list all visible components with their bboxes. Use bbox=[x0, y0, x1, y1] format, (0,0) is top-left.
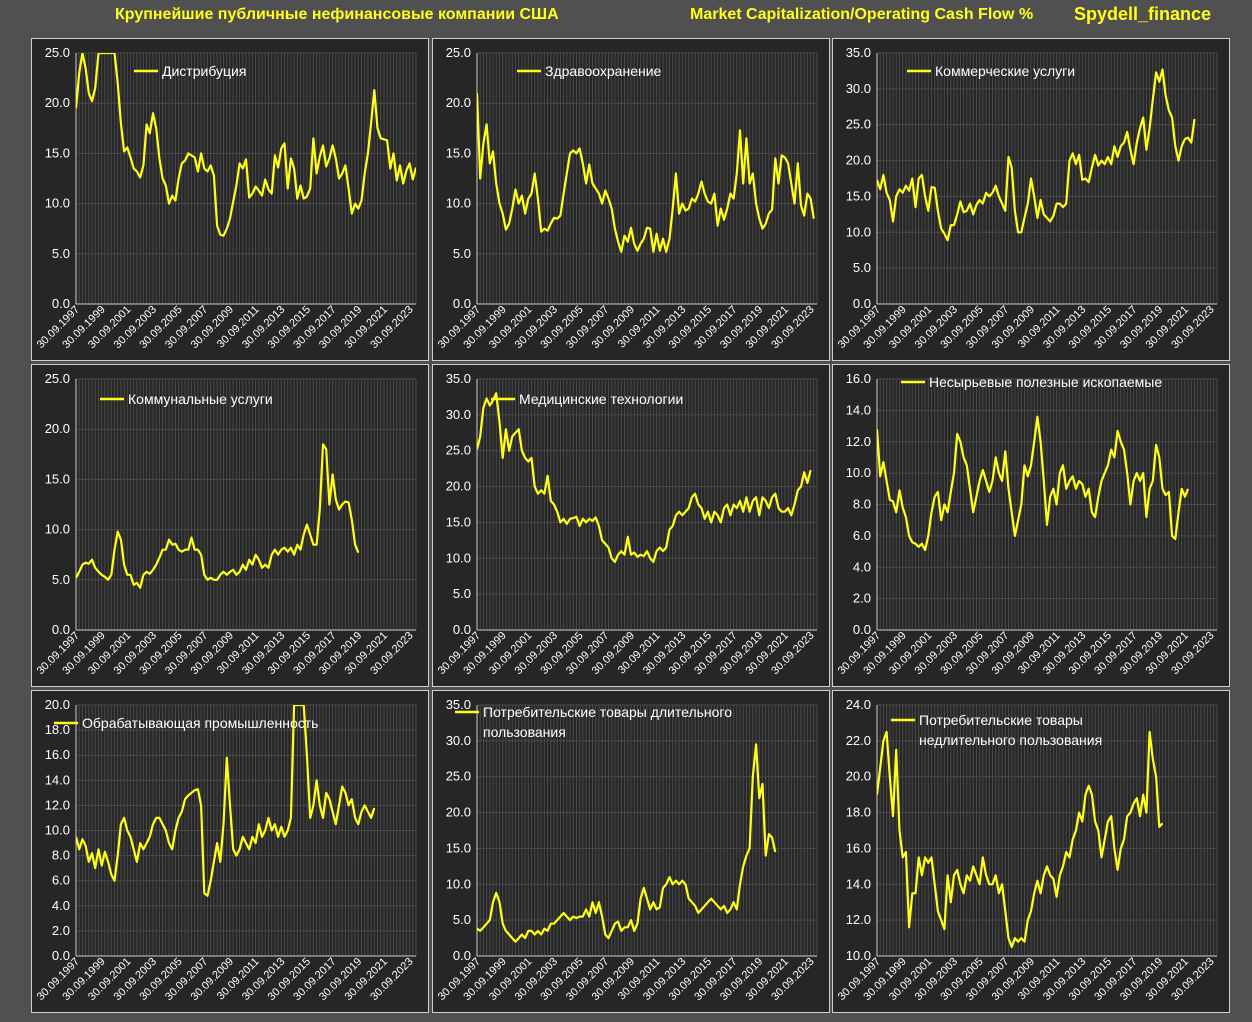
y-tick-label: 15.0 bbox=[446, 145, 471, 160]
y-tick-label: 35.0 bbox=[446, 697, 471, 712]
legend-label: Медицинские технологии bbox=[519, 391, 683, 407]
y-tick-label: 20.0 bbox=[446, 805, 471, 820]
y-tick-label: 15.0 bbox=[446, 840, 471, 855]
y-tick-label: 18.0 bbox=[846, 805, 871, 820]
series-line bbox=[477, 93, 815, 253]
y-tick-label: 25.0 bbox=[446, 443, 471, 458]
y-tick-label: 35.0 bbox=[446, 371, 471, 386]
legend-label: Дистрибуция bbox=[162, 63, 246, 79]
y-tick-label: 10.0 bbox=[846, 948, 871, 963]
y-tick-label: 14.0 bbox=[45, 772, 70, 787]
y-tick-label: 5.0 bbox=[453, 246, 471, 261]
series-line bbox=[877, 730, 1164, 949]
series-line bbox=[877, 415, 1190, 552]
legend-label: пользования bbox=[483, 724, 566, 740]
y-tick-label: 15.0 bbox=[45, 471, 70, 486]
header-source: Spydell_finance bbox=[1074, 4, 1212, 24]
y-tick-label: 14.0 bbox=[846, 876, 871, 891]
y-tick-label: 35.0 bbox=[846, 45, 871, 60]
chart-panel-manufacturing: 0.0 2.0 4.0 6.0 8.0 10.0 12.0 14.0 16.0 18.0 20.0 3… bbox=[31, 690, 429, 1013]
y-tick-label: 10.0 bbox=[446, 196, 471, 211]
chart-svg: 0.05.010.015.020.025.030.09.199730.09.19… bbox=[35, 371, 417, 677]
chart-panel-consumer-non-durables: 10.0 12.0 14.0 16.0 18.0 20.0 22.0 24.0 30.09.19… bbox=[832, 690, 1230, 1013]
y-tick-label: 25.0 bbox=[446, 45, 471, 60]
y-tick-label: 15.0 bbox=[846, 188, 871, 203]
y-tick-label: 24.0 bbox=[846, 697, 871, 712]
y-tick-label: 30.0 bbox=[446, 733, 471, 748]
y-tick-label: 12.0 bbox=[846, 434, 871, 449]
chart-svg: 0.05.010.015.020.025.030.035.030.09.1997… bbox=[436, 371, 818, 677]
legend-label: Потребительские товары bbox=[919, 712, 1083, 728]
legend-label: Здравоохранение bbox=[545, 63, 662, 79]
y-tick-label: 5.0 bbox=[453, 586, 471, 601]
y-tick-label: 20.0 bbox=[446, 479, 471, 494]
y-tick-label: 6.0 bbox=[853, 528, 871, 543]
y-tick-label: 14.0 bbox=[846, 402, 871, 417]
y-tick-label: 16.0 bbox=[846, 371, 871, 386]
chart-svg: 0.02.04.06.08.010.012.014.016.018.020.03… bbox=[35, 697, 417, 1003]
y-tick-label: 25.0 bbox=[45, 371, 70, 386]
y-tick-label: 5.0 bbox=[853, 260, 871, 275]
chart-svg: 0.05.010.015.020.025.030.09.199730.09.19… bbox=[35, 45, 417, 351]
y-tick-label: 8.0 bbox=[853, 497, 871, 512]
y-tick-label: 25.0 bbox=[446, 769, 471, 784]
y-tick-label: 20.0 bbox=[45, 697, 70, 712]
chart-svg: 10.012.014.016.018.020.022.024.030.09.19… bbox=[836, 697, 1218, 1003]
y-tick-label: 22.0 bbox=[846, 733, 871, 748]
chart-svg: 0.05.010.015.020.025.030.035.030.09.1997… bbox=[436, 697, 818, 1003]
chart-panel-consumer-durables: 0.0 5.0 10.0 15.0 20.0 25.0 30.0 35.0 30.09.1997… bbox=[432, 690, 830, 1013]
y-tick-label: 20.0 bbox=[846, 769, 871, 784]
y-tick-label: 8.0 bbox=[52, 848, 70, 863]
y-tick-label: 10.0 bbox=[45, 196, 70, 211]
y-tick-label: 2.0 bbox=[853, 591, 871, 606]
legend-label: недлительного пользования bbox=[919, 732, 1102, 748]
y-tick-label: 12.0 bbox=[846, 912, 871, 927]
chart-panel-commercial-services: 0.0 5.0 10.0 15.0 20.0 25.0 30.0 35.0 30.09.1997… bbox=[832, 38, 1230, 361]
legend-label: Коммерческие услуги bbox=[935, 63, 1075, 79]
y-tick-label: 20.0 bbox=[446, 95, 471, 110]
header-metric: Market Capitalization/Operating Cash Flo… bbox=[690, 6, 1034, 23]
legend-label: Коммунальные услуги bbox=[128, 391, 273, 407]
y-tick-label: 10.0 bbox=[45, 522, 70, 537]
chart-panel-utilities: 0.0 5.0 10.0 15.0 20.0 25.0 30.09.1997 30.09.19… bbox=[31, 364, 429, 687]
y-tick-label: 10.0 bbox=[846, 224, 871, 239]
y-tick-label: 20.0 bbox=[846, 153, 871, 168]
y-tick-label: 6.0 bbox=[52, 873, 70, 888]
y-tick-label: 4.0 bbox=[853, 559, 871, 574]
header-title: Крупнейшие публичные нефинансовые компан… bbox=[115, 6, 559, 23]
y-tick-label: 5.0 bbox=[52, 572, 70, 587]
y-tick-label: 2.0 bbox=[52, 923, 70, 938]
y-tick-label: 4.0 bbox=[52, 898, 70, 913]
chart-svg: 0.02.04.06.08.010.012.014.016.030.09.199… bbox=[836, 371, 1218, 677]
y-tick-label: 25.0 bbox=[846, 117, 871, 132]
chart-panel-non-energy-minerals: 0.0 2.0 4.0 6.0 8.0 10.0 12.0 14.0 16.0 30.09.199… bbox=[832, 364, 1230, 687]
y-tick-label: 5.0 bbox=[52, 246, 70, 261]
chart-panel-distribution: 0.0 5.0 10.0 15.0 20.0 25.0 30.09.1997 30.09.19… bbox=[31, 38, 429, 361]
chart-svg: 0.05.010.015.020.025.030.035.030.09.1997… bbox=[836, 45, 1218, 351]
legend-label: Потребительские товары длительного bbox=[483, 704, 732, 720]
y-tick-label: 30.0 bbox=[846, 81, 871, 96]
y-tick-label: 10.0 bbox=[846, 465, 871, 480]
y-tick-label: 18.0 bbox=[45, 722, 70, 737]
chart-panel-health-technology: 0.0 5.0 10.0 15.0 20.0 25.0 30.0 35.0 30.09.1997… bbox=[432, 364, 830, 687]
legend-label: Обрабатывающая промышленность bbox=[82, 715, 318, 731]
y-tick-label: 16.0 bbox=[846, 840, 871, 855]
y-tick-label: 5.0 bbox=[453, 912, 471, 927]
y-tick-label: 25.0 bbox=[45, 45, 70, 60]
y-tick-label: 12.0 bbox=[45, 797, 70, 812]
y-tick-label: 10.0 bbox=[45, 823, 70, 838]
chart-panel-healthcare: 0.0 5.0 10.0 15.0 20.0 25.0 30.09.1997 30.09.19… bbox=[432, 38, 830, 361]
y-tick-label: 10.0 bbox=[446, 550, 471, 565]
chart-svg: 0.05.010.015.020.025.030.09.199730.09.19… bbox=[436, 45, 818, 351]
y-tick-label: 10.0 bbox=[446, 876, 471, 891]
y-tick-label: 20.0 bbox=[45, 421, 70, 436]
y-tick-label: 30.0 bbox=[446, 407, 471, 422]
y-tick-label: 16.0 bbox=[45, 747, 70, 762]
legend-label: Несырьевые полезные ископаемые bbox=[929, 374, 1162, 390]
y-tick-label: 20.0 bbox=[45, 95, 70, 110]
y-tick-label: 15.0 bbox=[446, 514, 471, 529]
y-tick-label: 15.0 bbox=[45, 145, 70, 160]
